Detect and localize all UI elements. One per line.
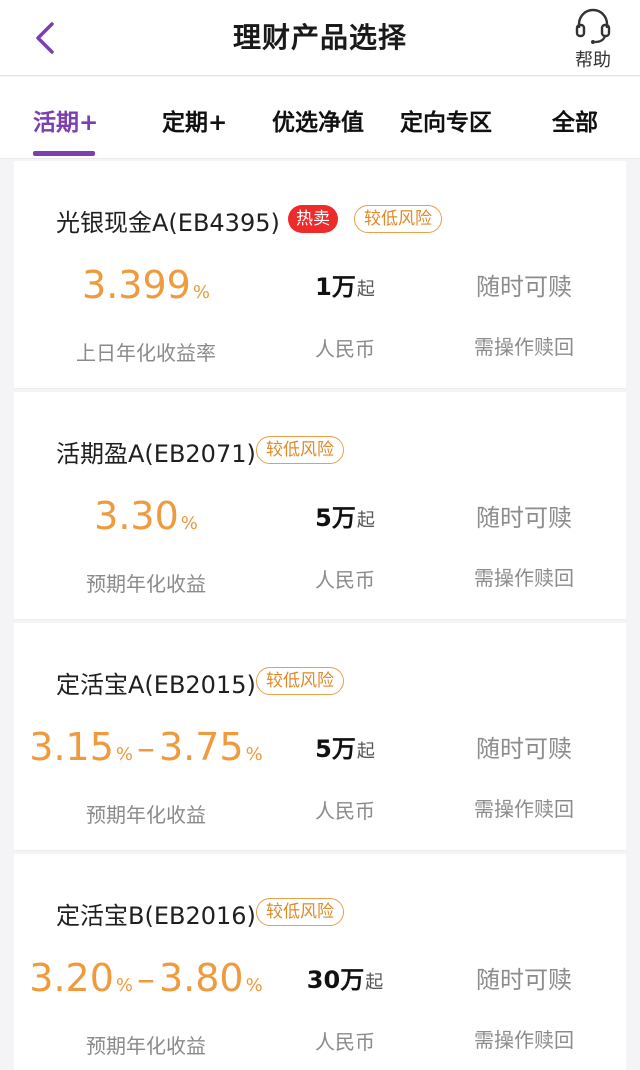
yield-label: 预期年化收益 — [86, 572, 206, 596]
yield-rate-range: 3.20% –3.80% — [16, 956, 276, 1000]
risk-level-badge: 较低风险 — [354, 205, 442, 233]
rate-low-unit: % — [115, 975, 133, 996]
rate-high-value: 3.75 — [159, 725, 244, 769]
product-card[interactable]: 活期盈A(EB2071) 较低风险 3.30% 预期年化收益 5万起 人民币 随… — [14, 392, 626, 620]
rate-unit: % — [192, 282, 210, 303]
tab-current-plus[interactable]: 活期+ — [33, 103, 98, 137]
rate-high-value: 3.80 — [159, 956, 244, 1000]
help-label: 帮助 — [575, 50, 611, 71]
amount-value: 1万 — [315, 273, 356, 301]
product-name: 定活宝A(EB2015) — [56, 671, 256, 699]
product-card[interactable]: 定活宝A(EB2015) 较低风险 3.15% –3.75% 预期年化收益 5万起… — [14, 623, 626, 851]
currency-label: 人民币 — [315, 568, 375, 592]
tab-selected-nav[interactable]: 优选净值 — [272, 103, 364, 137]
amount-suffix: 起 — [356, 510, 375, 531]
page-title: 理财产品选择 — [232, 21, 407, 54]
product-name: 定活宝B(EB2016) — [56, 902, 256, 930]
tab-directed-zone[interactable]: 定向专区 — [400, 103, 492, 137]
rate-low-value: 3.15 — [29, 725, 114, 769]
rate-value: 3.399 — [82, 263, 191, 307]
yield-rate-range: 3.15% –3.75% — [16, 725, 276, 769]
yield-label: 预期年化收益 — [86, 803, 206, 827]
yield-rate: 3.399% — [16, 263, 276, 307]
amount-value: 30万 — [306, 966, 365, 994]
redeem-info: 随时可赎 — [476, 273, 572, 301]
risk-level-badge: 较低风险 — [256, 667, 344, 695]
rate-value: 3.30 — [94, 494, 179, 538]
product-card[interactable]: 光银现金A(EB4395) 热卖 较低风险 3.399% 上日年化收益率 1万起… — [14, 161, 626, 389]
help-button[interactable]: 帮助 — [568, 8, 618, 71]
hot-sale-badge: 热卖 — [288, 205, 338, 233]
rate-high-unit: % — [245, 744, 263, 765]
active-tab-indicator — [33, 151, 95, 156]
redeem-note: 需操作赎回 — [474, 797, 574, 821]
redeem-note: 需操作赎回 — [474, 335, 574, 359]
yield-label: 上日年化收益率 — [76, 341, 216, 365]
redeem-info: 随时可赎 — [476, 966, 572, 994]
yield-rate: 3.30% — [16, 494, 276, 538]
rate-separator: – — [137, 728, 155, 769]
redeem-info: 随时可赎 — [476, 504, 572, 532]
rate-low-value: 3.20 — [29, 956, 114, 1000]
redeem-info: 随时可赎 — [476, 735, 572, 763]
tab-fixed-plus[interactable]: 定期+ — [162, 103, 227, 137]
currency-label: 人民币 — [315, 799, 375, 823]
product-card[interactable]: 定活宝B(EB2016) 较低风险 3.20% –3.80% 预期年化收益 30万… — [14, 854, 626, 1070]
product-category-tabs: 活期+ 定期+ 优选净值 定向专区 全部 — [0, 77, 640, 159]
rate-low-unit: % — [115, 744, 133, 765]
min-amount: 30万起 — [270, 960, 420, 995]
product-name: 活期盈A(EB2071) — [56, 440, 256, 468]
amount-suffix: 起 — [356, 741, 375, 762]
amount-value: 5万 — [315, 504, 356, 532]
amount-value: 5万 — [315, 735, 356, 763]
product-name: 光银现金A(EB4395) — [56, 209, 280, 237]
headset-icon — [568, 8, 618, 44]
top-nav-bar: 理财产品选择 帮助 — [0, 0, 640, 76]
min-amount: 1万起 — [270, 267, 420, 302]
min-amount: 5万起 — [270, 729, 420, 764]
amount-suffix: 起 — [365, 972, 384, 993]
risk-level-badge: 较低风险 — [256, 898, 344, 926]
tab-all[interactable]: 全部 — [552, 103, 598, 137]
amount-suffix: 起 — [356, 279, 375, 300]
rate-separator: – — [137, 959, 155, 1000]
currency-label: 人民币 — [315, 337, 375, 361]
min-amount: 5万起 — [270, 498, 420, 533]
currency-label: 人民币 — [315, 1030, 375, 1054]
redeem-note: 需操作赎回 — [474, 566, 574, 590]
rate-high-unit: % — [245, 975, 263, 996]
rate-unit: % — [180, 513, 198, 534]
risk-level-badge: 较低风险 — [256, 436, 344, 464]
redeem-note: 需操作赎回 — [474, 1028, 574, 1052]
yield-label: 预期年化收益 — [86, 1034, 206, 1058]
